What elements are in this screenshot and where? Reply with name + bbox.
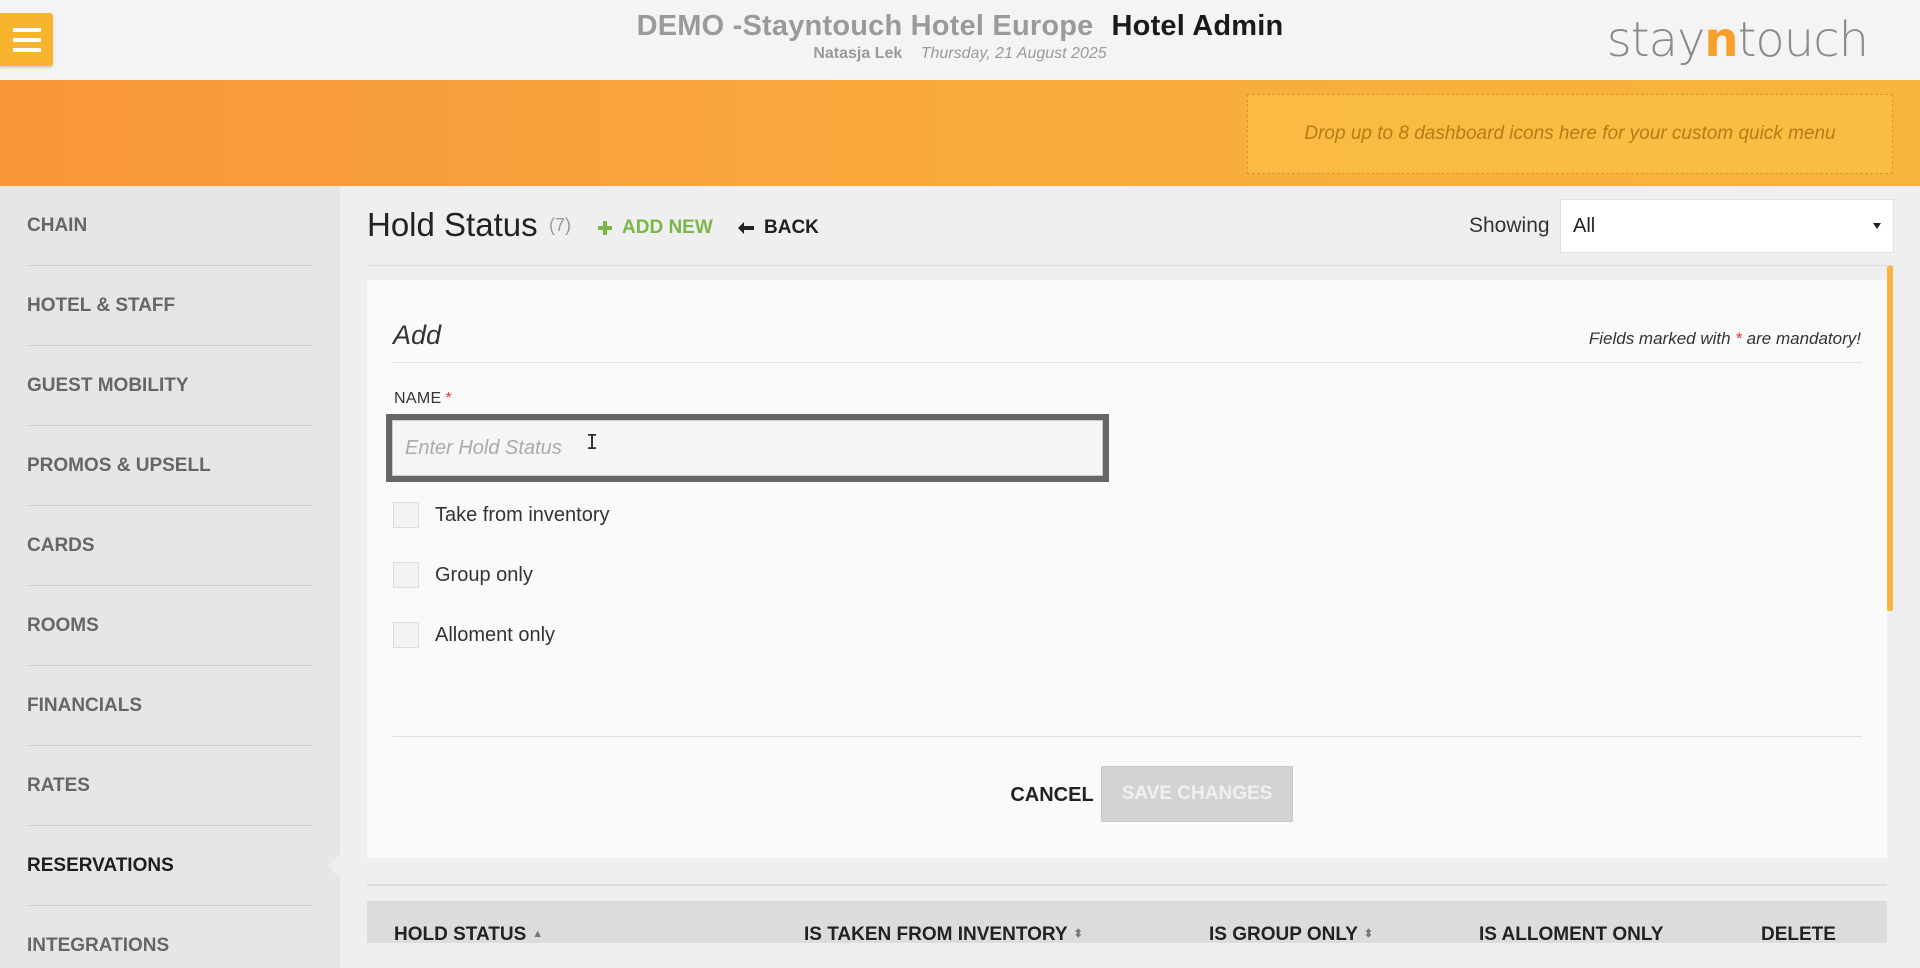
caret-down-icon: [1873, 223, 1881, 229]
sidebar-item-hotel-staff[interactable]: HOTEL & STAFF: [27, 266, 312, 346]
sidebar-item-rooms[interactable]: ROOMS: [27, 586, 312, 666]
sidebar-item-promos-upsell[interactable]: PROMOS & UPSELL: [27, 426, 312, 506]
add-hold-status-form: Add Fields marked with * are mandatory! …: [367, 280, 1887, 858]
sidebar-item-financials[interactable]: FINANCIALS: [27, 666, 312, 746]
quick-menu-placeholder: Drop up to 8 dashboard icons here for yo…: [1304, 123, 1836, 144]
hold-status-name-input[interactable]: [392, 420, 1103, 476]
current-user: Natasja Lek: [813, 45, 903, 62]
divider: [367, 265, 1894, 266]
plus-icon: [598, 221, 612, 235]
page-title: Hold Status: [367, 206, 538, 243]
sidebar-item-cards[interactable]: CARDS: [27, 506, 312, 586]
save-changes-button[interactable]: SAVE CHANGES: [1101, 766, 1293, 822]
sort-ascending-icon: ▲: [532, 928, 544, 940]
quick-menu-band: Drop up to 8 dashboard icons here for yo…: [0, 80, 1920, 186]
divider: [393, 736, 1862, 737]
divider: [393, 362, 1862, 363]
back-button[interactable]: BACK: [738, 217, 819, 239]
column-hold-status[interactable]: HOLD STATUS ▲: [394, 901, 543, 968]
alloment-only-checkbox[interactable]: Alloment only: [393, 622, 555, 648]
sidebar-item-integrations[interactable]: INTEGRATIONS: [27, 906, 312, 968]
checkbox-box[interactable]: [393, 622, 419, 648]
form-heading: Add: [393, 320, 442, 350]
text-cursor-icon: I: [586, 430, 599, 454]
cancel-button[interactable]: CANCEL: [987, 768, 1117, 822]
name-field-label: NAME *: [394, 390, 452, 407]
column-is-alloment-only: IS ALLOMENT ONLY: [1479, 923, 1664, 945]
top-header: DEMO -Stayntouch Hotel Europe Hotel Admin…: [0, 0, 1920, 80]
column-is-group-only[interactable]: IS GROUP ONLY ⬍: [1209, 901, 1373, 968]
quick-menu-dropzone[interactable]: Drop up to 8 dashboard icons here for yo…: [1247, 94, 1893, 174]
stayntouch-logo: stayntouch: [1606, 12, 1869, 68]
divider: [367, 884, 1887, 886]
sort-icon: ⬍: [1363, 928, 1374, 940]
scrollbar-thumb[interactable]: [1887, 266, 1893, 611]
showing-filter-select[interactable]: All: [1560, 199, 1894, 253]
hotel-name: DEMO -Stayntouch Hotel Europe: [636, 10, 1094, 42]
item-count: (7): [549, 215, 571, 235]
app-name: Hotel Admin: [1111, 10, 1284, 42]
checkbox-box[interactable]: [393, 502, 419, 528]
hold-status-table-header: HOLD STATUS ▲ IS TAKEN FROM INVENTORY ⬍ IS…: [367, 901, 1887, 945]
column-is-taken-from-inventory[interactable]: IS TAKEN FROM INVENTORY ⬍: [804, 901, 1083, 968]
business-date: Thursday, 21 August 2025: [920, 45, 1107, 62]
arrow-left-icon: [738, 222, 754, 234]
group-only-checkbox[interactable]: Group only: [393, 562, 533, 588]
active-indicator-arrow: [328, 854, 340, 878]
take-from-inventory-checkbox[interactable]: Take from inventory: [393, 502, 610, 528]
column-delete: DELETE: [1761, 923, 1836, 945]
sort-icon: ⬍: [1073, 928, 1083, 940]
add-new-button[interactable]: ADD NEW: [598, 217, 713, 239]
mandatory-note: Fields marked with * are mandatory!: [1588, 329, 1861, 348]
sidebar-item-guest-mobility[interactable]: GUEST MOBILITY: [27, 346, 312, 426]
checkbox-box[interactable]: [393, 562, 419, 588]
sidebar-item-reservations[interactable]: RESERVATIONS: [27, 826, 312, 906]
name-input-focus-frame: [386, 414, 1109, 482]
admin-sidebar: CHAIN HOTEL & STAFF GUEST MOBILITY PROMO…: [0, 186, 340, 968]
showing-label: Showing: [1469, 214, 1550, 237]
sidebar-item-chain[interactable]: CHAIN: [27, 186, 312, 266]
sidebar-item-rates[interactable]: RATES: [27, 746, 312, 826]
